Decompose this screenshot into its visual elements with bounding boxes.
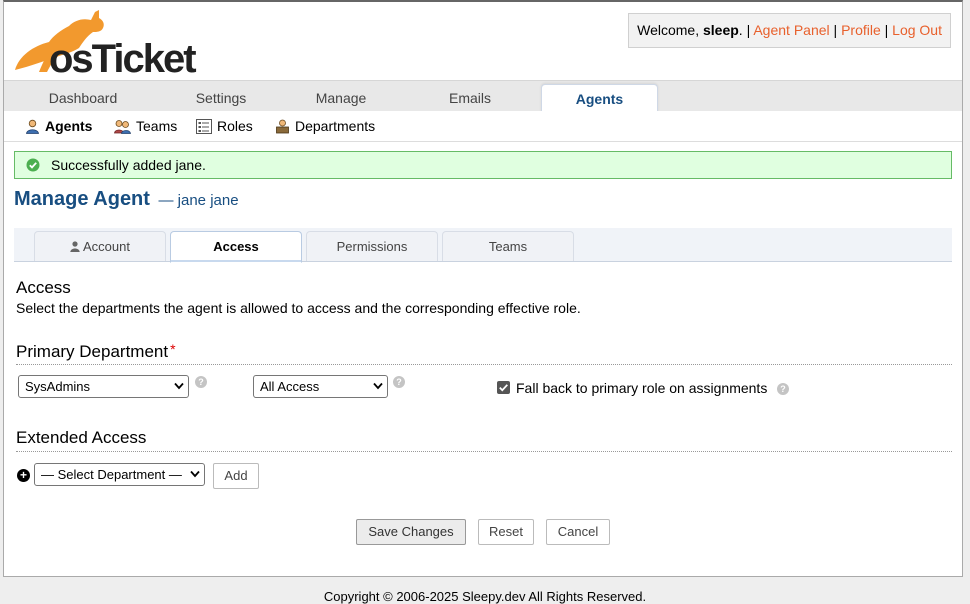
success-message: Successfully added jane. — [14, 151, 952, 179]
section-divider — [16, 451, 952, 452]
page-title-text: Manage Agent — [14, 188, 150, 210]
fallback-checkbox[interactable] — [497, 381, 510, 394]
nav-tab-emails[interactable]: Emails — [415, 81, 525, 111]
access-description: Select the departments the agent is allo… — [16, 300, 581, 316]
subnav-label: Roles — [217, 118, 253, 134]
subnav-item-agents[interactable]: Agents — [25, 111, 92, 141]
page-title: Manage Agent — jane jane — [14, 188, 239, 211]
sub-nav: Agents Teams Roles Departments — [4, 111, 962, 142]
kangaroo-logo-icon: osTicket — [15, 10, 198, 81]
save-changes-button[interactable]: Save Changes — [356, 519, 466, 545]
primary-department-value: SysAdmins — [25, 379, 91, 394]
primary-department-select[interactable]: SysAdmins — [18, 375, 189, 398]
help-icon[interactable]: ? — [393, 376, 405, 388]
subnav-item-teams[interactable]: Teams — [114, 111, 177, 141]
nav-tab-agents[interactable]: Agents — [541, 84, 658, 113]
user-icon — [70, 241, 80, 252]
success-message-text: Successfully added jane. — [51, 157, 206, 173]
checkmark-icon — [499, 384, 508, 392]
check-circle-icon — [26, 158, 40, 172]
main-nav: Dashboard Settings Manage Emails Agents — [4, 80, 962, 113]
chevron-down-icon — [373, 382, 383, 390]
subnav-label: Departments — [295, 118, 376, 134]
roles-icon — [196, 118, 212, 134]
tab-permissions[interactable]: Permissions — [306, 231, 438, 261]
primary-role-select[interactable]: All Access — [253, 375, 388, 398]
primary-department-label: Primary Department — [16, 342, 169, 361]
teams-icon — [114, 119, 131, 134]
required-mark: * — [170, 341, 176, 357]
svg-text:osTicket: osTicket — [49, 37, 196, 76]
extended-department-select[interactable]: — Select Department — — [34, 463, 205, 486]
nav-tab-manage[interactable]: Manage — [286, 81, 396, 111]
subnav-label: Agents — [45, 118, 93, 134]
agent-name-subtitle: — jane jane — [158, 192, 239, 209]
user-box: Welcome, sleep. | Agent Panel | Profile … — [628, 13, 951, 48]
agent-tabs: Account Access Permissions Teams — [14, 228, 952, 263]
tab-teams[interactable]: Teams — [442, 231, 574, 261]
nav-tab-settings[interactable]: Settings — [166, 81, 276, 111]
extended-department-value: — Select Department — — [41, 467, 182, 482]
help-icon[interactable]: ? — [777, 383, 789, 395]
link-separator: | — [884, 22, 889, 38]
welcome-text: Welcome, — [637, 22, 703, 38]
subnav-item-departments[interactable]: Departments — [275, 111, 375, 141]
access-heading: Access — [16, 278, 71, 297]
logout-link[interactable]: Log Out — [892, 22, 942, 38]
help-icon[interactable]: ? — [195, 376, 207, 388]
subnav-item-roles[interactable]: Roles — [196, 111, 253, 141]
profile-link[interactable]: Profile — [841, 22, 881, 38]
osticket-logo[interactable]: osTicket — [13, 6, 215, 81]
extended-access-heading: Extended Access — [16, 428, 147, 447]
agent-panel-link[interactable]: Agent Panel — [753, 22, 829, 38]
welcome-suffix: . | — [738, 22, 751, 38]
tab-account[interactable]: Account — [34, 231, 166, 261]
departments-icon — [276, 119, 289, 133]
tab-access[interactable]: Access — [170, 231, 302, 263]
nav-tab-dashboard[interactable]: Dashboard — [28, 81, 138, 111]
add-circle-icon: + — [17, 469, 30, 482]
cancel-button[interactable]: Cancel — [546, 519, 610, 545]
chevron-down-icon — [174, 382, 184, 390]
primary-role-value: All Access — [260, 379, 320, 394]
primary-department-heading: Primary Department * — [16, 341, 176, 362]
section-divider — [16, 364, 952, 365]
agent-icon — [26, 119, 39, 134]
app-frame: osTicket Welcome, sleep. | Agent Panel |… — [3, 0, 963, 577]
reset-button[interactable]: Reset — [478, 519, 534, 545]
username: sleep — [702, 22, 739, 38]
link-separator: | — [833, 22, 838, 38]
subnav-label: Teams — [136, 118, 178, 134]
chevron-down-icon — [190, 470, 200, 478]
fallback-label: Fall back to primary role on assignments — [516, 380, 768, 396]
add-department-button[interactable]: Add — [213, 463, 259, 489]
tab-label: Account — [83, 239, 130, 254]
